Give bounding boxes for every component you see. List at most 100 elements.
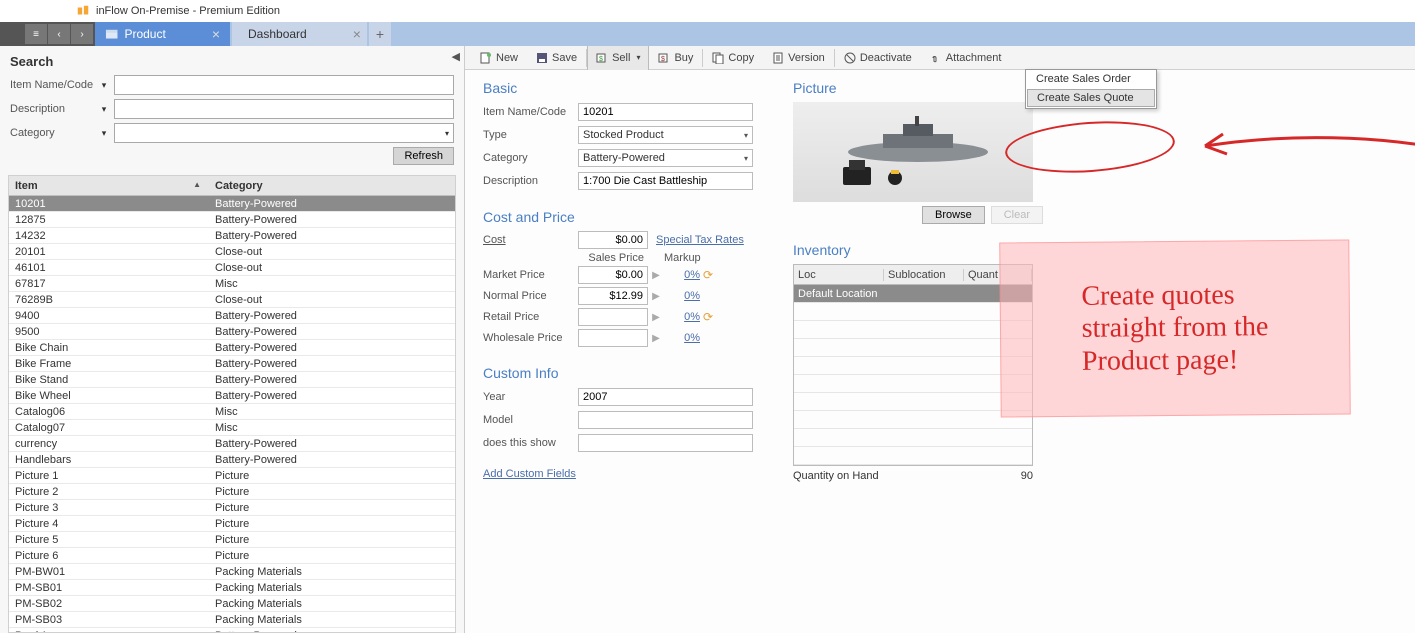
inv-header-sub[interactable]: Sublocation [884,269,964,281]
table-row[interactable]: 9400Battery-Powered [9,308,455,324]
custom-field-row: does this show [483,433,753,453]
table-row[interactable]: PM-SB03Packing Materials [9,612,455,628]
refresh-button[interactable]: Refresh [393,147,454,165]
nav-forward-button[interactable]: › [71,24,93,44]
table-row[interactable]: Bike StandBattery-Powered [9,372,455,388]
clear-button[interactable]: Clear [991,206,1043,224]
custom-field-input[interactable] [578,388,753,406]
table-row[interactable]: 12875Battery-Powered [9,212,455,228]
collapse-panel-icon[interactable]: ◀ [452,50,460,63]
inventory-row[interactable] [794,375,1032,393]
filter-dropdown-icon[interactable]: ▾ [100,104,108,115]
category-select[interactable]: Battery-Powered▾ [578,149,753,167]
sync-icon[interactable]: ⟳ [700,268,716,282]
col-header-item[interactable]: Item▲ [9,180,209,192]
copy-button[interactable]: Copy [703,46,763,70]
table-row[interactable]: Bike WheelBattery-Powered [9,388,455,404]
table-row[interactable]: Prod ABattery-Powered [9,628,455,633]
type-label: Type [483,129,578,141]
price-field[interactable] [578,287,648,305]
col-header-category[interactable]: Category [209,180,455,192]
close-icon[interactable]: × [212,26,220,42]
menu-button[interactable]: ≡ [25,24,47,44]
inventory-row[interactable] [794,429,1032,447]
custom-field-input[interactable] [578,411,753,429]
table-row[interactable]: PM-BW01Packing Materials [9,564,455,580]
inv-header-loc[interactable]: Loc [794,269,884,281]
create-sales-quote-item[interactable]: Create Sales Quote [1027,89,1155,107]
table-row[interactable]: Picture 2Picture [9,484,455,500]
inventory-row[interactable] [794,303,1032,321]
inventory-row[interactable] [794,411,1032,429]
table-row[interactable]: 20101Close-out [9,244,455,260]
inventory-row[interactable] [794,357,1032,375]
save-button[interactable]: Save [527,46,586,70]
product-grid[interactable]: Item▲ Category 10201Battery-Powered12875… [8,175,456,633]
table-row[interactable]: 67817Misc [9,276,455,292]
item-name-field[interactable] [578,103,753,121]
price-field[interactable] [578,329,648,347]
buy-icon: $ [658,52,670,64]
table-row[interactable]: Bike FrameBattery-Powered [9,356,455,372]
annotation-sticky-note: Create quotes straight from the Product … [999,239,1351,417]
item-name-input[interactable] [114,75,454,95]
browse-button[interactable]: Browse [922,206,985,224]
description-label: Description [483,175,578,187]
qoh-label: Quantity on Hand [793,470,879,482]
custom-field-input[interactable] [578,434,753,452]
close-icon[interactable]: × [353,26,361,42]
table-row[interactable]: 10201Battery-Powered [9,196,455,212]
price-field[interactable] [578,266,648,284]
cost-link[interactable]: Cost [483,234,578,246]
table-row[interactable]: Picture 5Picture [9,532,455,548]
table-row[interactable]: Picture 4Picture [9,516,455,532]
cost-price-title: Cost and Price [483,209,753,225]
table-row[interactable]: currencyBattery-Powered [9,436,455,452]
create-sales-order-item[interactable]: Create Sales Order [1026,70,1156,88]
table-row[interactable]: Bike ChainBattery-Powered [9,340,455,356]
table-row[interactable]: PM-SB02Packing Materials [9,596,455,612]
markup-link[interactable]: 0% [664,269,700,281]
version-icon [772,52,784,64]
add-tab-button[interactable]: + [369,22,391,46]
filter-dropdown-icon[interactable]: ▾ [100,128,108,139]
add-custom-fields-link[interactable]: Add Custom Fields [483,468,576,480]
cost-field[interactable] [578,231,648,249]
inventory-row-default[interactable]: Default Location [794,285,1032,303]
table-row[interactable]: Picture 1Picture [9,468,455,484]
description-field[interactable] [578,172,753,190]
table-row[interactable]: Catalog06Misc [9,404,455,420]
markup-link[interactable]: 0% [664,290,700,302]
category-combo[interactable]: ▾ [114,123,454,143]
markup-link[interactable]: 0% [664,311,700,323]
type-select[interactable]: Stocked Product▾ [578,126,753,144]
description-input[interactable] [114,99,454,119]
version-button[interactable]: Version [763,46,834,70]
nav-back-button[interactable]: ‹ [48,24,70,44]
tab-product[interactable]: Product × [95,22,230,46]
sync-icon[interactable]: ⟳ [700,310,716,324]
inventory-row[interactable] [794,393,1032,411]
inventory-row[interactable] [794,447,1032,465]
table-row[interactable]: 9500Battery-Powered [9,324,455,340]
tab-dashboard[interactable]: Dashboard × [232,22,367,46]
special-tax-link[interactable]: Special Tax Rates [656,234,744,246]
filter-dropdown-icon[interactable]: ▾ [100,80,108,91]
buy-button[interactable]: $Buy [649,46,702,70]
new-button[interactable]: New [471,46,527,70]
table-row[interactable]: Picture 3Picture [9,500,455,516]
attachment-button[interactable]: Attachment [921,46,1011,70]
table-row[interactable]: PM-SB01Packing Materials [9,580,455,596]
table-row[interactable]: 76289BClose-out [9,292,455,308]
table-row[interactable]: 14232Battery-Powered [9,228,455,244]
table-row[interactable]: Picture 6Picture [9,548,455,564]
table-row[interactable]: 46101Close-out [9,260,455,276]
table-row[interactable]: Catalog07Misc [9,420,455,436]
price-field[interactable] [578,308,648,326]
table-row[interactable]: HandlebarsBattery-Powered [9,452,455,468]
markup-link[interactable]: 0% [664,332,700,344]
inventory-row[interactable] [794,321,1032,339]
inventory-row[interactable] [794,339,1032,357]
deactivate-button[interactable]: Deactivate [835,46,921,70]
sell-button[interactable]: $Sell▾ [587,46,649,70]
